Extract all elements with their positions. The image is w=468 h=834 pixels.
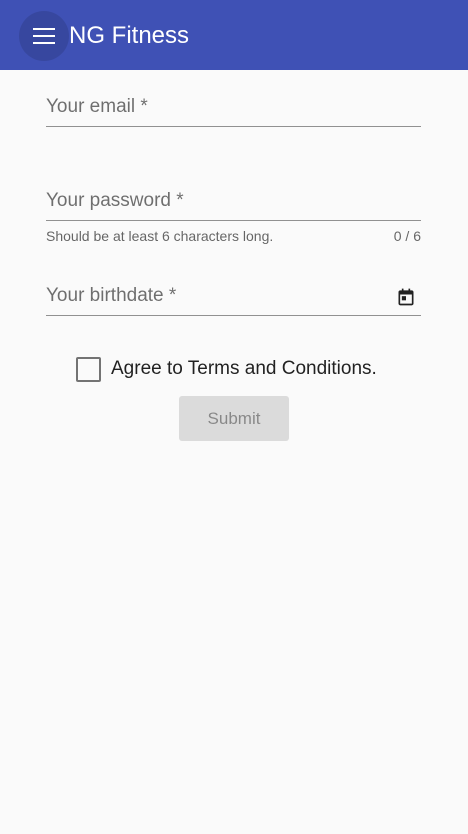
- top-app-bar: NG Fitness: [0, 0, 468, 70]
- birthdate-field[interactable]: Your birthdate *: [46, 284, 421, 318]
- menu-icon: [33, 28, 55, 44]
- password-field[interactable]: Your password * Should be at least 6 cha…: [46, 189, 421, 249]
- password-counter: 0 / 6: [393, 228, 421, 244]
- password-hint: Should be at least 6 characters long.: [46, 228, 274, 244]
- app-title: NG Fitness: [69, 22, 190, 49]
- app-root: NG Fitness Your email * Your password * …: [0, 0, 468, 834]
- password-underline: [46, 220, 421, 221]
- terms-checkbox-row[interactable]: Agree to Terms and Conditions.: [76, 355, 377, 383]
- terms-label[interactable]: Agree to Terms and Conditions.: [111, 358, 377, 380]
- email-label: Your email *: [46, 96, 148, 117]
- email-field[interactable]: Your email *: [46, 95, 421, 129]
- date-picker-button[interactable]: [396, 287, 416, 307]
- email-underline: [46, 126, 421, 127]
- submit-button[interactable]: Submit: [179, 396, 289, 441]
- birthdate-underline: [46, 315, 421, 316]
- password-label: Your password *: [46, 190, 184, 211]
- terms-checkbox[interactable]: [76, 356, 101, 382]
- birthdate-label: Your birthdate *: [46, 285, 177, 306]
- menu-button[interactable]: [19, 11, 69, 61]
- calendar-icon: [398, 288, 414, 306]
